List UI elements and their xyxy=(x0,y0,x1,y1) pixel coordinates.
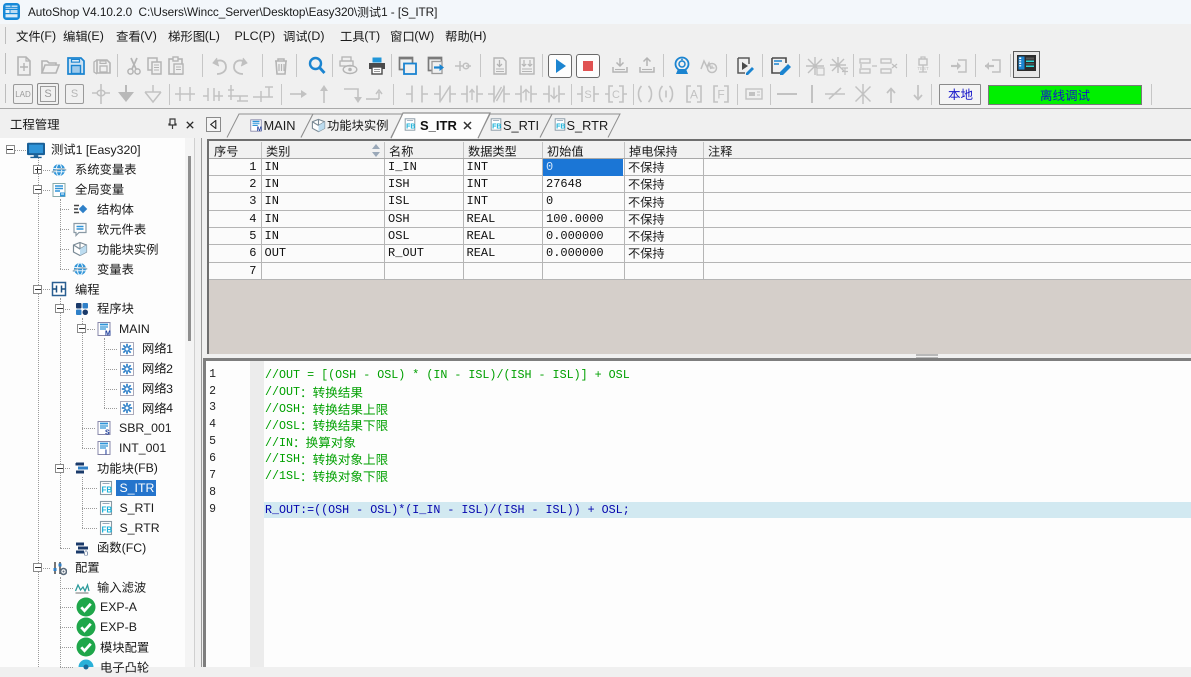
svg-text:FB: FB xyxy=(556,123,565,130)
svg-text:FB: FB xyxy=(102,486,113,495)
svg-text:FB: FB xyxy=(102,525,113,534)
svg-text:FB: FB xyxy=(492,123,501,130)
svg-text:M: M xyxy=(257,126,262,133)
svg-text:FB: FB xyxy=(102,505,113,514)
svg-text:(): () xyxy=(84,551,88,556)
svg-text:I: I xyxy=(105,450,107,457)
svg-text:S: S xyxy=(105,430,110,437)
svg-text:FB: FB xyxy=(406,123,415,130)
svg-text:M: M xyxy=(105,330,111,337)
